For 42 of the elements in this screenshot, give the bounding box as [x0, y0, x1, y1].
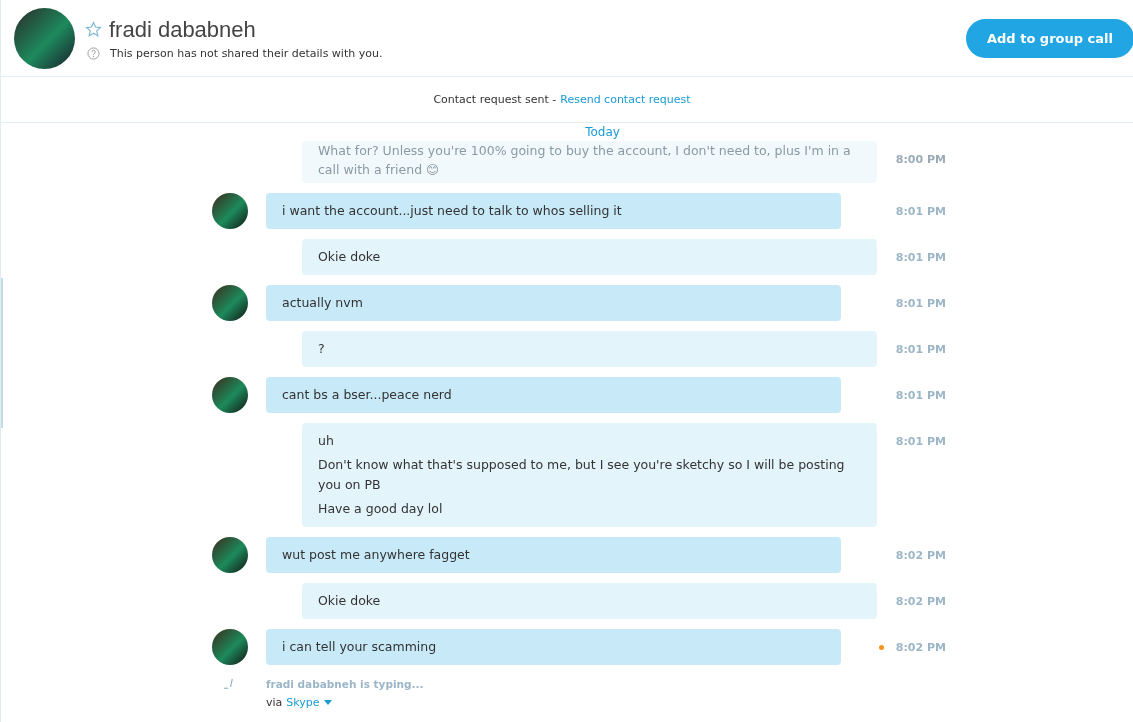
message-text: actually nvm: [282, 294, 364, 312]
message-text: wut post me anywhere fagget: [282, 546, 471, 564]
request-status: Contact request sent -: [433, 93, 557, 106]
resend-request-link[interactable]: Resend contact request: [560, 93, 691, 106]
message-time: 8:01 PM: [895, 250, 946, 264]
typing-icon: [224, 677, 236, 690]
contact-name: fradi dababneh: [109, 16, 256, 43]
message-time: 8:02 PM: [895, 640, 946, 654]
message-time: 8:01 PM: [895, 296, 946, 310]
message-time: 8:00 PM: [895, 152, 946, 166]
add-to-group-call-button[interactable]: Add to group call: [966, 18, 1133, 58]
via-skype-link[interactable]: Skype: [286, 696, 320, 709]
message-time: 8:02 PM: [895, 594, 946, 608]
star-icon[interactable]: [85, 21, 102, 38]
avatar-photo-placeholder: [212, 193, 248, 229]
message-text: What for? Unless you're 100% going to buy the account, I don't need to, plus I'm in a call with a friend 😊: [318, 142, 852, 179]
avatar-photo-placeholder: [212, 629, 248, 665]
message-time: 8:01 PM: [895, 204, 946, 218]
message-text: ?: [318, 340, 326, 358]
message-text: i want the account...just need to talk to whos selling it: [282, 202, 623, 220]
avatar-photo-placeholder: [212, 377, 248, 413]
message-text: Have a good day lol: [318, 500, 444, 518]
message-time: 8:01 PM: [895, 434, 946, 448]
contact-photo-placeholder: [14, 7, 75, 69]
avatar-photo-placeholder: [212, 537, 248, 573]
message-text: Don't know what that's supposed to me, but I see you're sketchy so I will be posting you on PB: [318, 456, 846, 494]
help-icon[interactable]: [87, 46, 100, 60]
message-text: Okie doke: [318, 248, 382, 266]
pending-dot-icon: [878, 644, 884, 650]
avatar-photo-placeholder: [212, 285, 248, 321]
message-time: 8:02 PM: [895, 548, 946, 562]
message-text: Okie doke: [318, 592, 382, 610]
message-text: uh: [318, 432, 335, 450]
message-time: 8:01 PM: [895, 388, 946, 402]
message-text: i can tell your scamming: [282, 638, 438, 656]
contact-status: This person has not shared their details with you.: [110, 46, 383, 60]
message-text: cant bs a bser...peace nerd: [282, 386, 453, 404]
message-time: 8:01 PM: [895, 342, 946, 356]
via-label: via: [266, 696, 283, 709]
caret-icon[interactable]: [323, 700, 332, 705]
typing-indicator: fradi dababneh is typing...: [266, 677, 424, 690]
date-divider: Today: [585, 125, 620, 139]
